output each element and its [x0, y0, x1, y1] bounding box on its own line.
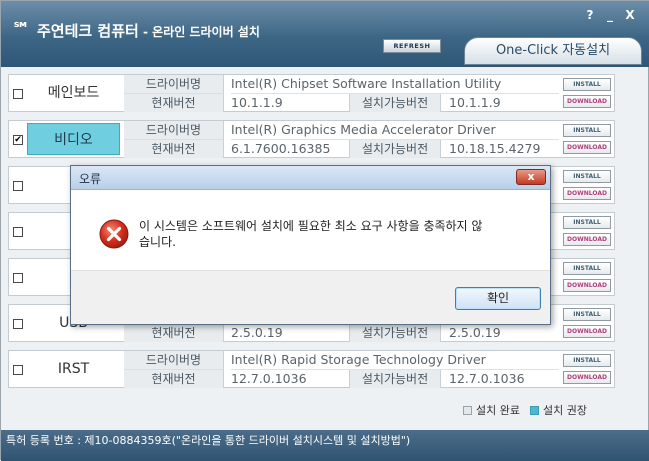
driver-name-value: Intel(R) Rapid Storage Technology Driver — [231, 352, 486, 367]
install-button[interactable]: INSTALL — [563, 124, 611, 137]
device-checkbox[interactable] — [13, 227, 23, 237]
patent-footer: 특허 등록 번호 : 제10-0884359호("온라인을 통한 드라이버 설치… — [1, 430, 649, 461]
brand-name: 주연테크 컴퓨터 — [37, 22, 139, 40]
driver-name-label: 드라이버명 — [124, 121, 224, 140]
download-button[interactable]: DOWNLOAD — [563, 325, 611, 338]
download-button[interactable]: DOWNLOAD — [563, 233, 611, 246]
download-button[interactable]: DOWNLOAD — [563, 95, 611, 108]
download-button[interactable]: DOWNLOAD — [563, 279, 611, 292]
dialog-message-line2: 습니다. — [139, 235, 176, 249]
current-version-label: 현재버전 — [124, 94, 224, 112]
logo-icon: ℠ — [12, 19, 31, 40]
installable-version-value: 10.18.15.4279 — [449, 141, 541, 156]
dialog-title: 오류 — [79, 172, 102, 186]
download-button[interactable]: DOWNLOAD — [563, 141, 611, 154]
dialog-footer: 확인 — [71, 270, 550, 324]
install-button[interactable]: INSTALL — [563, 78, 611, 91]
current-version-label: 현재버전 — [124, 140, 224, 158]
installable-version-value: 10.1.1.9 — [449, 95, 501, 110]
current-version-label: 현재버전 — [124, 370, 224, 388]
close-window-button[interactable]: X — [622, 7, 638, 23]
dialog-message-line1: 이 시스템은 소프트웨어 설치에 필요한 최소 요구 사항을 충족하지 않 — [139, 219, 483, 233]
installable-version-label: 설치가능버전 — [349, 94, 441, 112]
driver-row-mainboard: 메인보드 드라이버명 현재버전 Intel(R) Chipset Softwar… — [8, 74, 615, 112]
minimize-button[interactable]: _ — [602, 7, 618, 23]
legend-done-label: 설치 완료 — [476, 404, 520, 417]
one-click-install-button[interactable]: One-Click 자동설치 — [464, 37, 642, 65]
installable-version-label: 설치가능버전 — [349, 370, 441, 388]
device-checkbox[interactable] — [13, 365, 23, 375]
device-name[interactable]: 메인보드 — [27, 77, 120, 109]
install-button[interactable]: INSTALL — [563, 308, 611, 321]
device-checkbox[interactable] — [13, 181, 23, 191]
refresh-button[interactable]: REFRESH — [383, 39, 441, 53]
installable-version-value: 2.5.0.19 — [449, 325, 501, 340]
app-title: 주연테크 컴퓨터 - 온라인 드라이버 설치 — [37, 20, 260, 41]
download-button[interactable]: DOWNLOAD — [563, 187, 611, 200]
current-version-value: 6.1.7600.16385 — [231, 141, 331, 156]
title-bar: ℠ 주연테크 컴퓨터 - 온라인 드라이버 설치 ? _ X REFRESH O… — [1, 1, 649, 67]
driver-name-label: 드라이버명 — [124, 75, 224, 94]
device-checkbox[interactable] — [13, 319, 23, 329]
error-icon — [99, 219, 129, 249]
download-button[interactable]: DOWNLOAD — [563, 371, 611, 384]
device-name[interactable]: IRST — [27, 353, 120, 385]
window-controls: ? _ X — [582, 7, 638, 23]
device-checkbox[interactable] — [13, 273, 23, 283]
driver-name-value: Intel(R) Chipset Software Installation U… — [231, 76, 502, 91]
legend-recommended-swatch — [529, 405, 539, 415]
installable-version-label: 설치가능버전 — [349, 140, 441, 158]
legend-recommended-label: 설치 권장 — [542, 404, 587, 417]
dialog-close-button[interactable]: x — [516, 169, 546, 185]
install-button[interactable]: INSTALL — [563, 262, 611, 275]
error-dialog: 오류 x 이 시스템은 소프트웨어 설치에 필요한 최소 요구 사항을 충족하지… — [70, 165, 551, 325]
device-checkbox[interactable]: ✔ — [13, 135, 23, 145]
driver-row-video: ✔ 비디오 드라이버명 현재버전 Intel(R) Graphics Media… — [8, 120, 615, 158]
install-button[interactable]: INSTALL — [563, 354, 611, 367]
install-button[interactable]: INSTALL — [563, 216, 611, 229]
dialog-body: 이 시스템은 소프트웨어 설치에 필요한 최소 요구 사항을 충족하지 않 습니… — [71, 190, 550, 270]
device-name[interactable]: 비디오 — [27, 123, 120, 155]
driver-name-value: Intel(R) Graphics Media Accelerator Driv… — [231, 122, 496, 137]
brand-subtitle: - 온라인 드라이버 설치 — [138, 25, 260, 39]
current-version-value: 10.1.1.9 — [231, 95, 283, 110]
current-version-value: 12.7.0.1036 — [231, 371, 307, 386]
installable-version-label: 설치가능버전 — [349, 324, 441, 342]
ok-button[interactable]: 확인 — [455, 287, 541, 310]
device-checkbox[interactable] — [13, 89, 23, 99]
install-button[interactable]: INSTALL — [563, 170, 611, 183]
help-button[interactable]: ? — [582, 7, 598, 23]
legend: 설치 완료 설치 권장 — [463, 402, 587, 418]
installable-version-value: 12.7.0.1036 — [449, 371, 525, 386]
driver-name-label: 드라이버명 — [124, 351, 224, 370]
current-version-label: 현재버전 — [124, 324, 224, 342]
legend-done-swatch — [463, 405, 472, 415]
current-version-value: 2.5.0.19 — [231, 325, 283, 340]
driver-row-irst: IRST 드라이버명 현재버전 Intel(R) Rapid Storage T… — [8, 350, 615, 388]
dialog-title-bar: 오류 x — [71, 166, 550, 190]
